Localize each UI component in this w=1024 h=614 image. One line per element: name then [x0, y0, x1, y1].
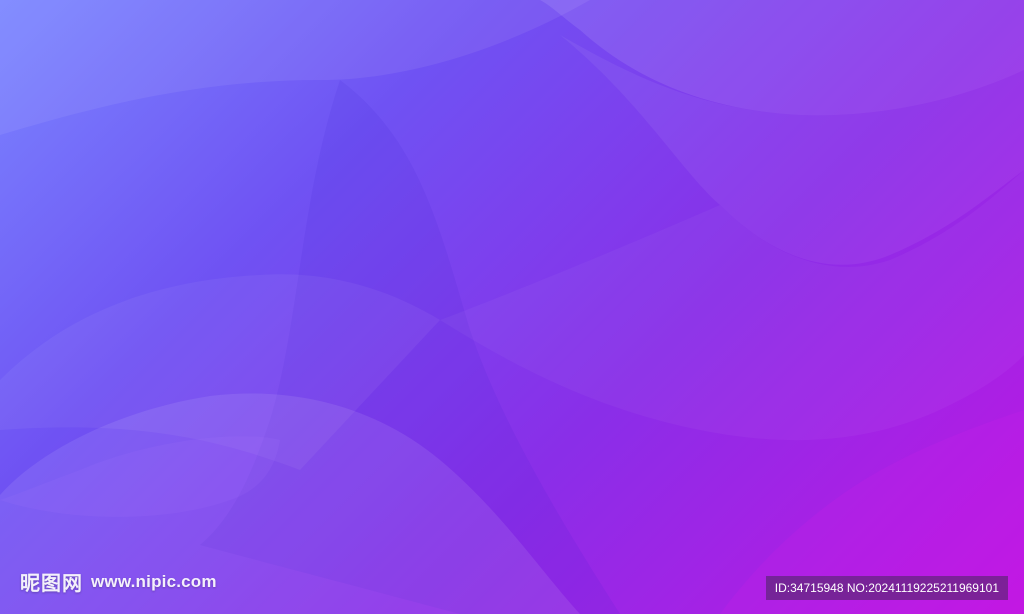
image-id-badge: ID:34715948 NO:20241119225211969101 [765, 576, 1008, 600]
site-url: www.nipic.com [91, 571, 217, 591]
site-watermark-logo: 昵图网 www.nipic.com [20, 567, 217, 596]
site-name: 昵图网 [20, 571, 83, 595]
image-id-text: ID:34715948 NO:20241119225211969101 [774, 581, 999, 595]
wave-shapes [0, 0, 1024, 614]
wave-gradient-background: 昵图网 www.nipic.com ID:34715948 NO:2024111… [0, 0, 1024, 614]
top-left-light-wave [0, 0, 590, 135]
